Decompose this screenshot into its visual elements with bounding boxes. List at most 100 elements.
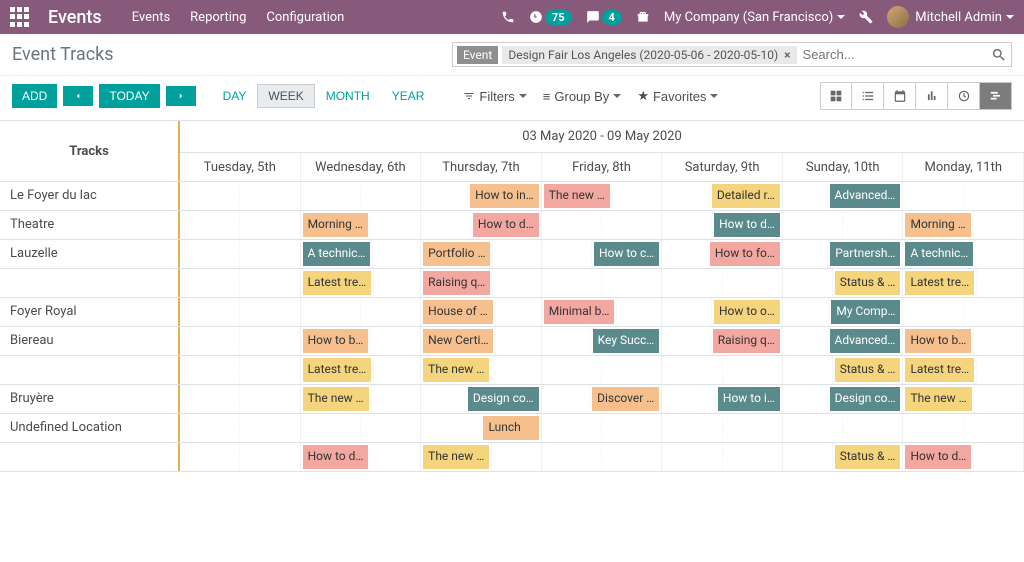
view-kanban[interactable] — [820, 82, 852, 110]
gantt-cell[interactable] — [903, 182, 1024, 210]
search-input[interactable] — [797, 45, 991, 64]
gantt-cell[interactable]: Partnersh… — [783, 240, 904, 268]
gantt-cell[interactable]: Advanced… — [783, 327, 904, 355]
gantt-pill[interactable]: The new … — [303, 387, 369, 411]
nav-events[interactable]: Events — [132, 10, 170, 25]
gantt-pill[interactable]: The new … — [544, 184, 610, 208]
view-graph[interactable] — [916, 82, 948, 110]
gantt-cell[interactable]: How to d… — [903, 443, 1024, 471]
prev-button[interactable] — [63, 86, 93, 106]
gantt-cell[interactable] — [542, 443, 663, 471]
gantt-pill[interactable]: The new … — [423, 358, 489, 382]
search-bar[interactable]: Event Design Fair Los Angeles (2020-05-0… — [452, 42, 1012, 67]
gantt-pill[interactable]: Status & … — [835, 445, 901, 469]
gantt-pill[interactable]: How to o… — [714, 300, 780, 324]
gantt-cell[interactable] — [542, 211, 663, 239]
scale-year[interactable]: YEAR — [381, 84, 436, 108]
gantt-pill[interactable]: Advanced… — [830, 329, 901, 353]
gantt-cell[interactable] — [542, 269, 663, 297]
gantt-cell[interactable]: How to c… — [542, 240, 663, 268]
gantt-cell[interactable] — [662, 414, 783, 442]
filters-button[interactable]: Filters — [455, 85, 534, 108]
gantt-pill[interactable]: How to c… — [594, 242, 659, 266]
gantt-cell[interactable]: Lunch — [421, 414, 542, 442]
gantt-pill[interactable]: Latest tre… — [905, 358, 974, 382]
chat-indicator[interactable]: 4 — [586, 10, 622, 25]
gantt-pill[interactable]: Morning … — [303, 213, 368, 237]
gantt-pill[interactable]: A technic… — [905, 242, 973, 266]
phone-icon[interactable] — [501, 10, 515, 24]
nav-reporting[interactable]: Reporting — [190, 10, 246, 25]
gantt-cell[interactable]: The new … — [542, 182, 663, 210]
gantt-cell[interactable] — [542, 414, 663, 442]
gantt-cell[interactable]: The new … — [421, 356, 542, 384]
gantt-pill[interactable]: How to d… — [303, 445, 369, 469]
gantt-cell[interactable] — [783, 414, 904, 442]
gantt-pill[interactable]: Discover … — [592, 387, 659, 411]
gantt-cell[interactable]: Detailed r… — [662, 182, 783, 210]
gantt-cell[interactable]: How to b… — [301, 327, 422, 355]
gantt-pill[interactable]: Key Succ… — [593, 329, 660, 353]
gantt-cell[interactable]: Discover … — [542, 385, 663, 413]
timer-indicator[interactable]: 75 — [529, 10, 572, 25]
scale-day[interactable]: DAY — [212, 84, 258, 108]
gantt-cell[interactable] — [542, 356, 663, 384]
gantt-cell[interactable]: Status & … — [783, 269, 904, 297]
gantt-pill[interactable]: Status & … — [835, 271, 901, 295]
gantt-cell[interactable]: A technic… — [301, 240, 422, 268]
scale-week[interactable]: WEEK — [257, 84, 314, 108]
gantt-pill[interactable]: Raising q… — [423, 271, 490, 295]
gift-icon[interactable] — [636, 10, 650, 24]
gantt-pill[interactable]: Raising q… — [713, 329, 780, 353]
gantt-cell[interactable]: Design co… — [783, 385, 904, 413]
gantt-pill[interactable]: My Comp… — [831, 300, 900, 324]
gantt-cell[interactable]: Raising q… — [421, 269, 542, 297]
gantt-cell[interactable]: Minimal b… — [542, 298, 663, 326]
gantt-cell[interactable]: How to b… — [903, 327, 1024, 355]
gantt-pill[interactable]: Latest tre… — [905, 271, 974, 295]
next-button[interactable] — [166, 86, 196, 106]
gantt-pill[interactable]: How to d… — [473, 213, 539, 237]
search-facet-remove[interactable]: × — [784, 48, 790, 62]
gantt-cell[interactable]: How to in… — [421, 182, 542, 210]
gantt-cell[interactable] — [783, 211, 904, 239]
apps-icon[interactable] — [10, 7, 30, 27]
gantt-cell[interactable]: Latest tre… — [903, 356, 1024, 384]
gantt-cell[interactable]: Morning … — [301, 211, 422, 239]
gantt-cell[interactable]: Portfolio … — [421, 240, 542, 268]
gantt-pill[interactable]: How to d… — [714, 213, 780, 237]
groupby-button[interactable]: ≡Group By — [535, 85, 630, 108]
gantt-pill[interactable]: Latest tre… — [303, 271, 372, 295]
gantt-cell[interactable]: House of … — [421, 298, 542, 326]
debug-icon[interactable] — [859, 10, 873, 24]
gantt-pill[interactable]: Morning … — [905, 213, 970, 237]
gantt-pill[interactable]: Portfolio … — [423, 242, 490, 266]
gantt-cell[interactable]: How to o… — [662, 298, 783, 326]
gantt-cell[interactable] — [301, 298, 422, 326]
gantt-cell[interactable]: The new … — [301, 385, 422, 413]
gantt-cell[interactable]: How to d… — [662, 211, 783, 239]
gantt-cell[interactable]: Raising q… — [662, 327, 783, 355]
gantt-cell[interactable] — [301, 414, 422, 442]
gantt-pill[interactable]: The new … — [905, 387, 971, 411]
search-icon[interactable] — [991, 47, 1007, 63]
gantt-cell[interactable] — [301, 182, 422, 210]
gantt-cell[interactable]: Latest tre… — [903, 269, 1024, 297]
gantt-cell[interactable]: How to d… — [301, 443, 422, 471]
gantt-pill[interactable]: New Certi… — [423, 329, 493, 353]
gantt-cell[interactable]: How to fo… — [662, 240, 783, 268]
gantt-pill[interactable]: The new … — [423, 445, 489, 469]
gantt-pill[interactable]: How to b… — [303, 329, 369, 353]
gantt-cell[interactable]: A technic… — [903, 240, 1024, 268]
gantt-pill[interactable]: Advanced… — [830, 184, 901, 208]
view-calendar[interactable] — [884, 82, 916, 110]
gantt-pill[interactable]: How to i… — [718, 387, 780, 411]
scale-month[interactable]: MONTH — [315, 84, 381, 108]
gantt-pill[interactable]: House of … — [423, 300, 493, 324]
gantt-pill[interactable]: Lunch — [483, 416, 538, 440]
gantt-cell[interactable] — [903, 414, 1024, 442]
gantt-pill[interactable]: How to d… — [905, 445, 971, 469]
view-gantt[interactable] — [980, 82, 1012, 110]
gantt-cell[interactable]: My Comp… — [783, 298, 904, 326]
gantt-pill[interactable]: How to b… — [905, 329, 971, 353]
